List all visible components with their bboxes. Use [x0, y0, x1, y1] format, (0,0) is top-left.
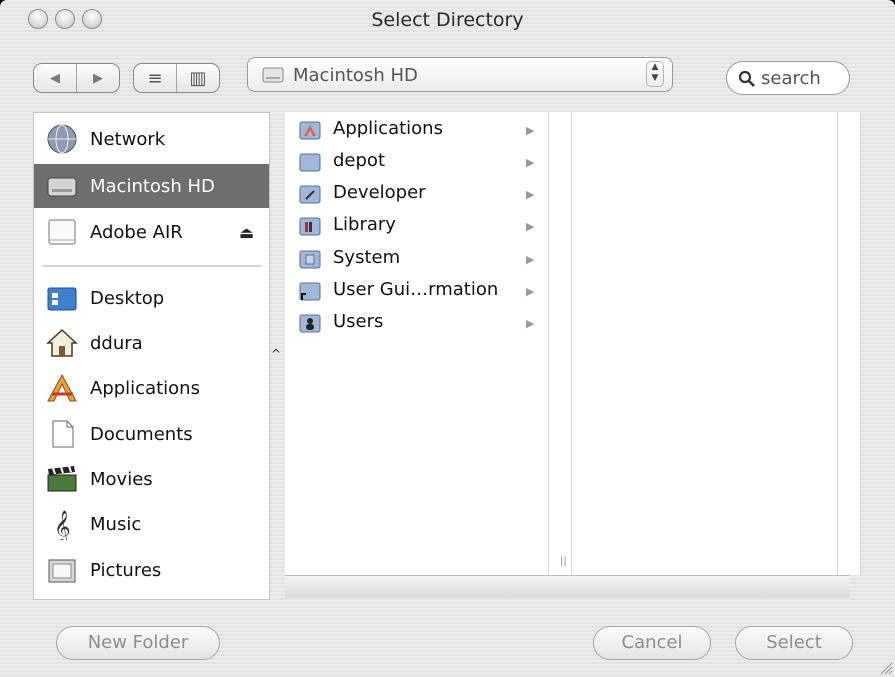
- sidebar-item-applications[interactable]: Applications: [34, 366, 269, 410]
- select-button[interactable]: Select: [735, 626, 853, 660]
- disk-image-icon: [48, 219, 76, 245]
- new-folder-button[interactable]: New Folder: [56, 626, 220, 660]
- title-bar[interactable]: Select Directory: [0, 0, 895, 42]
- list-item[interactable]: System ▶: [285, 243, 548, 275]
- sidebar-item-macintosh-hd[interactable]: Macintosh HD: [34, 164, 269, 208]
- sidebar-item-music[interactable]: 𝄞 Music: [34, 502, 269, 546]
- disclosure-arrow-icon: ▶: [526, 253, 535, 266]
- list-item[interactable]: User Gui…rmation ▶: [285, 275, 548, 307]
- column-view-button[interactable]: ▥: [176, 64, 219, 92]
- disclosure-arrow-icon: ▶: [526, 156, 535, 169]
- sidebar-resize-caret-icon[interactable]: ^: [271, 347, 281, 361]
- sidebar-item-adobe-air[interactable]: Adobe AIR ⏏: [34, 210, 269, 254]
- list-item[interactable]: Developer ▶: [285, 178, 548, 210]
- list-item-label: Applications: [333, 118, 443, 139]
- sidebar-item-network[interactable]: Network: [34, 117, 269, 161]
- column-divider[interactable]: ||: [548, 112, 572, 575]
- forward-button[interactable]: ▶: [76, 64, 119, 92]
- list-item-label: Users: [333, 311, 384, 332]
- list-item-label: Library: [333, 214, 396, 235]
- sidebar-item-label: Movies: [90, 468, 153, 490]
- window-title: Select Directory: [371, 9, 524, 31]
- location-popup-label: Macintosh HD: [293, 65, 418, 86]
- list-item-label: Developer: [333, 182, 426, 203]
- hard-drive-icon: [262, 67, 284, 83]
- updown-arrows-icon: ▲ ▼: [646, 61, 664, 87]
- location-popup[interactable]: Macintosh HD ▲ ▼: [247, 57, 673, 92]
- back-button[interactable]: ◀: [34, 64, 76, 92]
- disclosure-arrow-icon: ▶: [526, 285, 535, 298]
- horizontal-scrollbar[interactable]: [285, 575, 850, 598]
- system-folder-icon: [299, 250, 321, 269]
- sidebar-item-desktop[interactable]: Desktop: [34, 276, 269, 320]
- sidebar-item-label: Adobe AIR: [90, 221, 183, 243]
- list-item[interactable]: depot ▶: [285, 146, 548, 178]
- nav-buttons: ◀ ▶: [33, 63, 120, 93]
- developer-folder-icon: [299, 185, 321, 204]
- list-item-label: User Gui…rmation: [333, 279, 499, 300]
- alias-folder-icon: [299, 282, 321, 301]
- sidebar-divider: [42, 265, 262, 267]
- applications-folder-icon: [299, 121, 321, 140]
- film-icon: [47, 465, 77, 492]
- column-resize-grip-icon[interactable]: ||: [560, 556, 567, 567]
- home-icon: [46, 328, 78, 357]
- disclosure-arrow-icon: ▶: [526, 124, 535, 137]
- sidebar-item-pictures[interactable]: Pictures: [34, 548, 269, 592]
- sidebar-item-label: Music: [90, 513, 142, 535]
- select-directory-window: Select Directory ◀ ▶ ≡ ▥ Macintosh HD ▲ ▼…: [0, 0, 895, 677]
- search-field[interactable]: search: [726, 61, 850, 95]
- hard-drive-icon: [47, 177, 77, 197]
- sidebar-item-label: Macintosh HD: [90, 175, 215, 197]
- browser-column-1: Applications ▶ depot ▶ Developer ▶ Libra…: [285, 112, 548, 575]
- list-item-label: depot: [333, 150, 385, 171]
- back-arrow-icon: ◀: [50, 70, 60, 86]
- library-folder-icon: [299, 217, 321, 236]
- sidebar: Network Macintosh HD Adobe AIR ⏏ Desktop…: [33, 112, 270, 600]
- folder-icon: [299, 153, 321, 172]
- svg-text:𝄞: 𝄞: [54, 510, 71, 540]
- users-folder-icon: [299, 314, 321, 333]
- list-item[interactable]: Users ▶: [285, 307, 548, 339]
- music-note-icon: 𝄞: [54, 510, 71, 540]
- list-view-button[interactable]: ≡: [134, 64, 176, 92]
- list-item[interactable]: Applications ▶: [285, 114, 548, 146]
- sidebar-item-label: ddura: [90, 332, 143, 354]
- eject-icon[interactable]: ⏏: [239, 223, 254, 242]
- sidebar-item-label: Applications: [90, 377, 200, 399]
- disclosure-arrow-icon: ▶: [526, 317, 535, 330]
- disclosure-arrow-icon: ▶: [526, 188, 535, 201]
- globe-icon: [47, 124, 77, 154]
- search-placeholder: search: [761, 68, 821, 89]
- cancel-button[interactable]: Cancel: [593, 626, 711, 660]
- sidebar-item-label: Network: [90, 128, 166, 150]
- disclosure-arrow-icon: ▶: [526, 220, 535, 233]
- list-view-icon: ≡: [147, 67, 163, 89]
- search-icon: [738, 70, 755, 87]
- sidebar-item-label: Documents: [90, 423, 193, 445]
- desktop-folder-icon: [47, 287, 77, 311]
- picture-frame-icon: [48, 559, 76, 583]
- sidebar-item-label: Desktop: [90, 287, 165, 309]
- sidebar-item-movies[interactable]: Movies: [34, 457, 269, 501]
- view-mode-buttons: ≡ ▥: [133, 63, 220, 93]
- forward-arrow-icon: ▶: [93, 70, 103, 86]
- sidebar-item-label: Pictures: [90, 559, 162, 581]
- list-item[interactable]: Library ▶: [285, 210, 548, 242]
- document-icon: [52, 420, 74, 448]
- window-resize-grip-icon[interactable]: [877, 659, 893, 675]
- sidebar-item-documents[interactable]: Documents: [34, 412, 269, 456]
- list-item-label: System: [333, 247, 401, 268]
- column-divider[interactable]: [837, 112, 861, 575]
- column-view-icon: ▥: [189, 67, 207, 89]
- applications-icon: [47, 373, 77, 402]
- sidebar-item-ddura[interactable]: ddura: [34, 321, 269, 365]
- browser-column-2: [572, 112, 837, 575]
